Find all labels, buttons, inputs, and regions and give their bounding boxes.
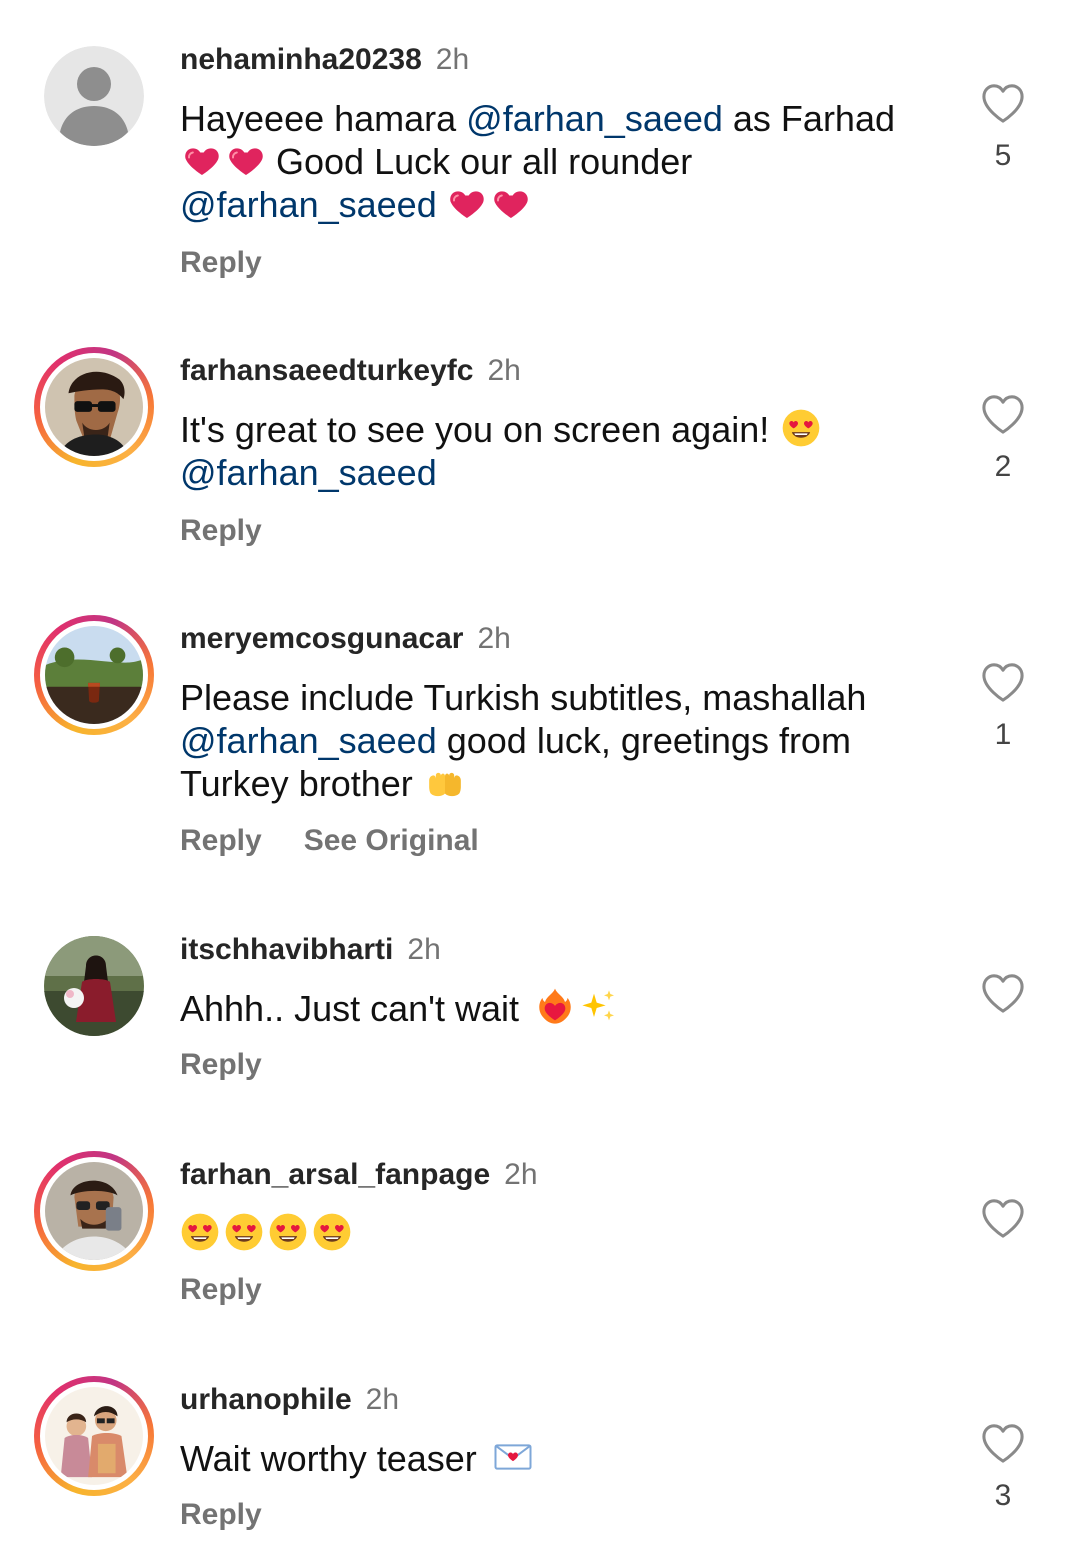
avatar-story-ring[interactable] <box>34 1376 154 1496</box>
timestamp: 2h <box>504 1158 538 1191</box>
avatar[interactable] <box>34 926 154 1046</box>
reply-button[interactable]: Reply <box>180 246 262 279</box>
avatar-story-ring[interactable] <box>34 1151 154 1271</box>
like-control: 2 <box>975 393 1031 485</box>
timestamp: 2h <box>477 622 511 655</box>
heart-outline-icon[interactable] <box>980 393 1026 435</box>
palms-up-together-emoji <box>425 762 465 802</box>
comment-text: Hayeeee hamara @farhan_saeed as Farhad G… <box>180 98 895 225</box>
heart-outline-icon[interactable] <box>980 661 1026 703</box>
heart-eyes-emoji <box>268 1212 308 1252</box>
comment-actions: Reply <box>180 1272 262 1308</box>
mention-link[interactable]: @farhan_saeed <box>180 452 437 493</box>
comment-text: Please include Turkish subtitles, mashal… <box>180 677 867 804</box>
red-heart-emoji <box>226 140 266 180</box>
comment-header: farhan_arsal_fanpage 2h <box>180 1157 538 1193</box>
reply-button[interactable]: Reply <box>180 1273 262 1306</box>
like-control: 3 <box>975 1422 1031 1514</box>
username[interactable]: urhanophile <box>180 1383 352 1416</box>
red-heart-emoji <box>447 183 487 223</box>
avatar-photo <box>45 358 143 456</box>
reply-button[interactable]: Reply <box>180 824 262 857</box>
heart-outline-icon[interactable] <box>980 972 1026 1014</box>
username[interactable]: meryemcosgunacar <box>180 622 463 655</box>
avatar-illustration <box>45 1387 143 1485</box>
reply-button[interactable]: Reply <box>180 1048 262 1081</box>
heart-eyes-emoji <box>180 1212 220 1252</box>
comment-actions: Reply <box>180 245 262 281</box>
timestamp: 2h <box>435 43 470 76</box>
heart-eyes-emoji <box>224 1212 264 1252</box>
mention-link[interactable]: @farhan_saeed <box>180 720 437 761</box>
comment-actions: Reply <box>180 513 262 549</box>
heart-outline-icon[interactable] <box>980 1197 1026 1239</box>
avatar-photo <box>45 1162 143 1260</box>
comment-text: Wait worthy teaser <box>180 1437 920 1480</box>
red-heart-emoji <box>182 140 222 180</box>
comment-actions: Reply <box>180 1497 262 1533</box>
comment-actions: Reply See Original <box>180 823 479 859</box>
comment-header: meryemcosgunacar 2h <box>180 621 511 657</box>
comment-header: urhanophile 2h <box>180 1382 399 1418</box>
mention-link[interactable]: @farhan_saeed <box>180 184 437 225</box>
like-count: 1 <box>994 718 1012 751</box>
username[interactable]: farhan_arsal_fanpage <box>180 1158 490 1191</box>
comment-text: It's great to see you on screen again! @… <box>180 408 920 494</box>
avatar-story-ring[interactable] <box>34 347 154 467</box>
like-control: 5 <box>975 82 1031 174</box>
heart-on-fire-emoji <box>535 987 575 1027</box>
heart-eyes-emoji <box>312 1212 352 1252</box>
reply-button[interactable]: Reply <box>180 1498 262 1531</box>
heart-outline-icon[interactable] <box>980 82 1026 124</box>
mention-link[interactable]: @farhan_saeed <box>466 98 723 139</box>
love-letter-emoji <box>493 1437 533 1477</box>
avatar-photo <box>44 936 144 1036</box>
username[interactable]: itschhavibharti <box>180 933 393 966</box>
red-heart-emoji <box>491 183 531 223</box>
heart-eyes-emoji <box>781 408 821 448</box>
comment-text: Ahhh.. Just can't wait <box>180 987 920 1030</box>
default-avatar-icon <box>44 46 144 146</box>
avatar-photo <box>45 626 143 724</box>
reply-button[interactable]: Reply <box>180 514 262 547</box>
timestamp: 2h <box>365 1383 400 1416</box>
comment-header: itschhavibharti 2h <box>180 932 441 968</box>
timestamp: 2h <box>407 933 441 966</box>
like-count: 3 <box>994 1479 1012 1512</box>
like-control <box>975 1197 1031 1253</box>
username[interactable]: nehaminha20238 <box>180 43 422 76</box>
timestamp: 2h <box>487 354 521 387</box>
avatar[interactable] <box>34 36 154 156</box>
sparkles-emoji <box>579 987 619 1027</box>
comment-header: nehaminha20238 2h <box>180 42 469 78</box>
like-count: 5 <box>994 139 1012 172</box>
like-control <box>975 972 1031 1028</box>
comment-header: farhansaeedturkeyfc 2h <box>180 353 521 389</box>
comment-actions: Reply <box>180 1047 262 1083</box>
like-count: 2 <box>994 450 1012 483</box>
username[interactable]: farhansaeedturkeyfc <box>180 354 473 387</box>
avatar-story-ring[interactable] <box>34 615 154 735</box>
comment-text <box>180 1212 920 1255</box>
see-original-button[interactable]: See Original <box>304 824 479 857</box>
heart-outline-icon[interactable] <box>980 1422 1026 1464</box>
like-control: 1 <box>975 661 1031 753</box>
